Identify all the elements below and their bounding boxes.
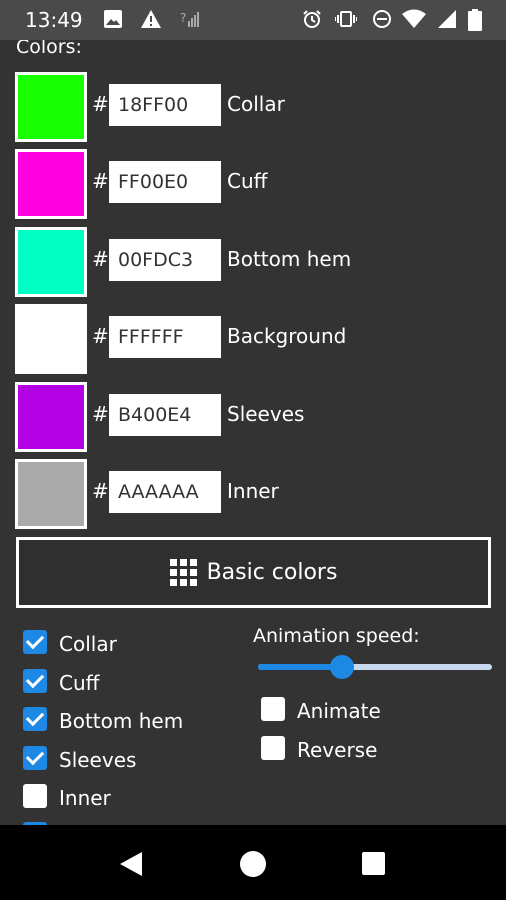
color-row-background: # Background [15,304,495,376]
slider-thumb[interactable] [330,655,355,679]
swatch-fill [18,307,84,371]
image-icon [104,10,122,28]
color-row-collar: # Collar [15,72,495,144]
back-icon[interactable] [120,852,142,876]
colors-section-title: Colors: [16,40,82,58]
color-row-bottom-hem: # Bottom hem [15,227,495,299]
hash-symbol: # [92,92,109,116]
color-swatch[interactable] [15,72,87,142]
alarm-icon [303,10,321,28]
checkbox-label: Inner [59,786,111,810]
basic-colors-button[interactable]: Basic colors [16,537,491,608]
swatch-fill [18,385,84,449]
checkbox-label: Animate [297,699,381,723]
checkbox[interactable] [261,697,285,721]
color-swatch[interactable] [15,459,87,529]
home-icon[interactable] [240,851,266,877]
hash-symbol: # [92,247,109,271]
checkbox[interactable] [23,707,47,731]
color-swatch[interactable] [15,304,87,374]
status-bar: 13:49 ? [0,0,506,40]
color-swatch[interactable] [15,227,87,297]
battery-icon [468,9,482,31]
color-swatch[interactable] [15,382,87,452]
color-row-inner: # Inner [15,459,495,531]
color-row-cuff: # Cuff [15,149,495,221]
animation-speed-label: Animation speed: [253,625,420,647]
hex-input-background[interactable] [109,316,221,358]
color-label: Collar [227,92,285,116]
checkbox[interactable] [261,736,285,760]
hash-symbol: # [92,324,109,348]
checkbox-label: Collar [59,632,117,656]
checkbox-label: Bottom hem [59,709,184,733]
swatch-fill [18,75,84,139]
color-label: Cuff [227,169,268,193]
hex-input-cuff[interactable] [109,161,221,203]
hash-symbol: # [92,169,109,193]
hash-symbol: # [92,479,109,503]
hex-input-sleeves[interactable] [109,394,221,436]
hex-input-bottom-hem[interactable] [109,239,221,281]
do-not-disturb-icon [373,10,391,28]
wifi-icon [402,9,426,28]
warning-icon [141,10,161,28]
hex-input-collar[interactable] [109,84,221,126]
recents-icon[interactable] [362,852,385,875]
checkbox-label: Cuff [59,671,100,695]
hex-input-inner[interactable] [109,471,221,513]
svg-text:?: ? [180,11,186,25]
color-swatch[interactable] [15,149,87,219]
status-time: 13:49 [25,8,83,32]
basic-colors-label: Basic colors [206,560,338,585]
checkbox[interactable] [23,746,47,770]
vibrate-icon [335,11,357,27]
color-row-sleeves: # Sleeves [15,382,495,454]
color-label: Sleeves [227,402,305,426]
checkbox[interactable] [23,669,47,693]
color-label: Background [227,324,347,348]
cell-signal-icon [438,10,456,28]
swatch-fill [18,230,84,294]
checkbox-label: Sleeves [59,748,137,772]
color-label: Inner [227,479,279,503]
settings-content[interactable]: Colors: # Collar # Cuff # Bottom hem # B… [0,40,506,825]
animation-speed-slider[interactable] [258,655,492,679]
swatch-fill [18,152,84,216]
checkbox[interactable] [23,630,47,654]
checkbox-label: Reverse [297,738,378,762]
swatch-fill [18,462,84,526]
grid-icon [169,559,197,586]
color-label: Bottom hem [227,247,352,271]
signal-question-icon: ? [180,11,199,27]
navigation-bar [0,825,506,900]
hash-symbol: # [92,402,109,426]
checkbox[interactable] [23,784,47,808]
